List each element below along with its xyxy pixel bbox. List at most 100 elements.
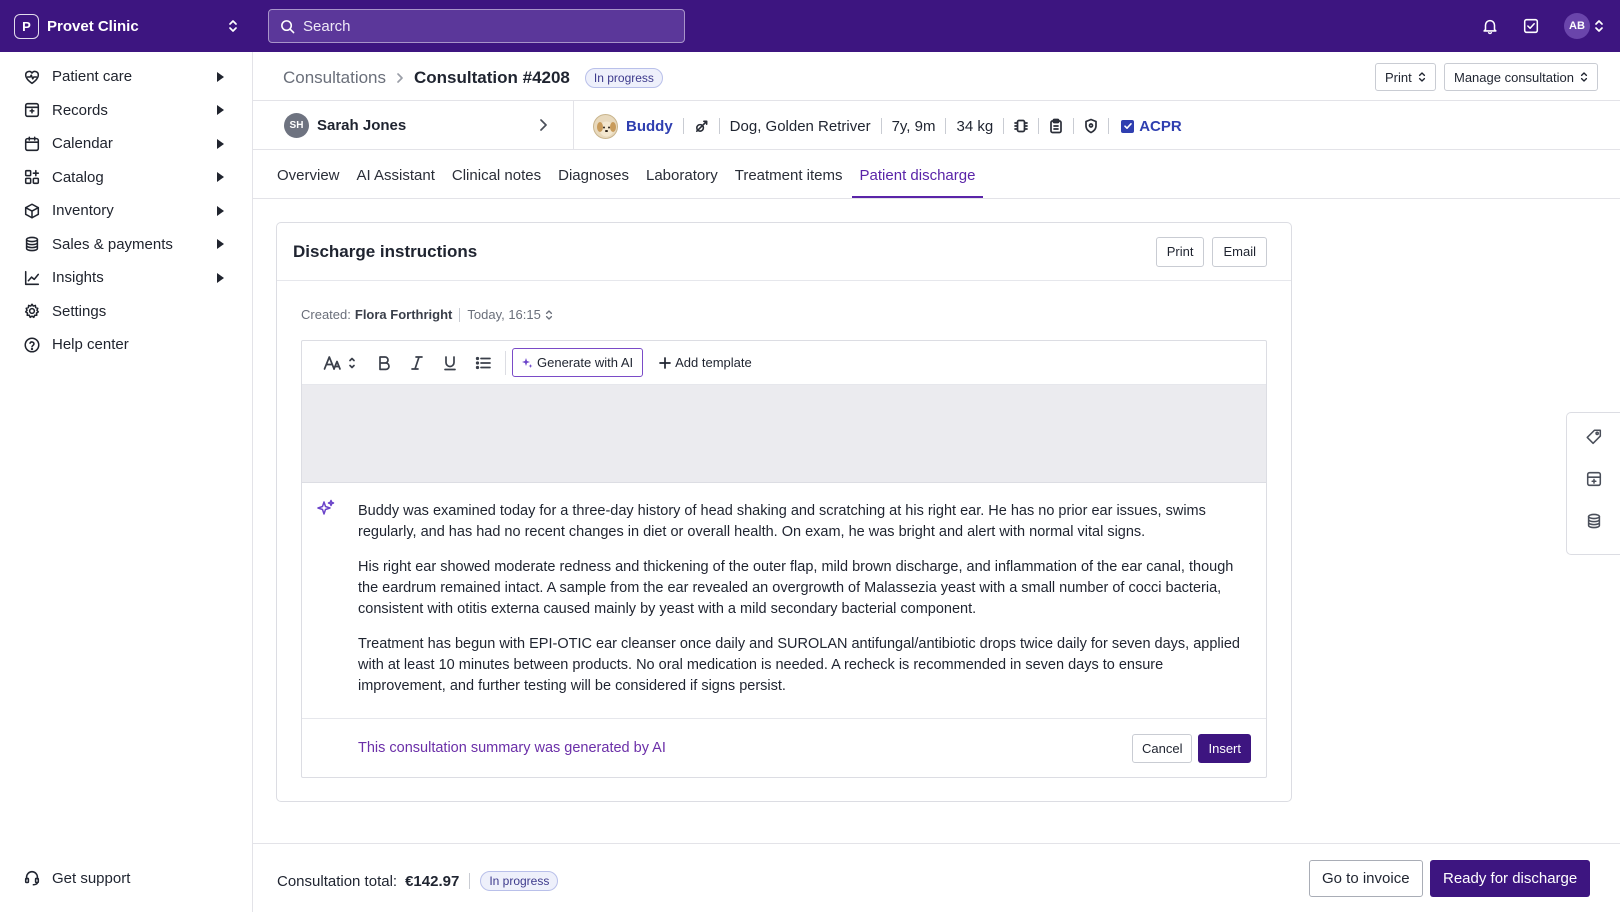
caret-right-icon [217,138,224,149]
underline-icon[interactable] [435,348,465,378]
sidebar-item-patient-care[interactable]: Patient care [0,60,252,94]
ai-summary-paragraph: Buddy was examined today for a three-day… [358,503,1206,540]
pet-name[interactable]: Buddy [626,118,673,135]
print-dropdown-button[interactable]: Print [1375,63,1436,91]
tab-overview[interactable]: Overview [277,160,340,198]
chevron-updown-icon [1418,71,1426,83]
font-size-icon[interactable] [322,348,358,378]
print-button[interactable]: Print [1155,236,1205,267]
plus-icon [659,356,671,369]
created-info: Created: Flora Forthright Today, 16:15 [301,307,553,322]
divider [945,118,947,134]
sidebar-item-records[interactable]: Records [0,94,252,128]
caret-right-icon [217,239,224,250]
status-badge: In progress [584,68,663,88]
tab-laboratory[interactable]: Laboratory [646,160,718,198]
generate-with-ai-button[interactable]: Generate with AI [512,348,644,377]
sidebar-item-inventory[interactable]: Inventory [0,194,252,228]
clinic-switcher[interactable]: P Provet Clinic [0,0,252,52]
sidebar-item-sales-payments[interactable]: Sales & payments [0,228,252,262]
get-support-label: Get support [52,869,131,887]
sidebar: Patient care Records Calendar Catalog In… [0,52,253,912]
tab-diagnoses[interactable]: Diagnoses [558,160,629,198]
chevron-updown-icon [545,309,553,321]
ai-summary-footer: This consultation summary was generated … [302,718,1266,777]
sidebar-item-settings[interactable]: Settings [0,295,252,329]
created-by: Flora Forthright [354,307,453,322]
heart-pulse-icon [22,67,42,87]
chevron-updown-icon [1594,19,1604,33]
sidebar-item-insights[interactable]: Insights [0,261,252,295]
caret-right-icon [217,205,224,216]
card-title: Discharge instructions [293,241,478,261]
coins-icon[interactable] [1583,512,1605,531]
sidebar-item-calendar[interactable]: Calendar [0,127,252,161]
add-template-button[interactable]: Add template [659,355,752,370]
divider [505,350,506,375]
chevron-right-icon [396,72,404,84]
divider [1073,118,1075,134]
cancel-button[interactable]: Cancel [1132,733,1193,763]
search-input[interactable]: Search [268,9,685,43]
divider [1003,118,1005,134]
owner-info[interactable]: SH Sarah Jones [284,113,406,138]
pet-avatar[interactable] [593,113,618,139]
bullet-list-icon[interactable] [468,348,498,378]
ready-for-discharge-button[interactable]: Ready for discharge [1430,860,1591,897]
microchip-icon[interactable] [1014,118,1029,134]
sidebar-item-label: Inventory [52,202,114,220]
archive-icon[interactable] [1583,469,1605,488]
sidebar-item-catalog[interactable]: Catalog [0,161,252,195]
get-support-link[interactable]: Get support [22,868,130,888]
bell-icon[interactable] [1479,15,1501,37]
coins-icon [22,234,42,254]
created-date: Today, 16:15 [467,307,541,322]
folder-icon [22,100,42,120]
chevron-right-icon[interactable] [538,117,548,133]
calendar-icon [22,134,42,154]
sidebar-item-label: Settings [52,302,107,320]
chevron-updown-icon [1580,71,1588,83]
ai-generated-note: This consultation summary was generated … [358,740,666,756]
card-header: Discharge instructions Print Email [277,223,1291,281]
sidebar-item-help-center[interactable]: Help center [0,328,252,362]
breadcrumb-consultations[interactable]: Consultations [283,68,386,88]
tab-patient-discharge[interactable]: Patient discharge [851,160,984,198]
ai-sparkle-icon [316,499,336,519]
shield-icon[interactable] [1084,118,1098,134]
go-to-invoice-button[interactable]: Go to invoice [1309,860,1423,897]
add-template-label: Add template [675,355,752,370]
divider [459,307,461,322]
owner-name: Sarah Jones [317,117,407,134]
tag-icon[interactable] [1583,427,1605,446]
manage-consultation-button[interactable]: Manage consultation [1444,63,1598,91]
divider [1038,118,1040,134]
tab-treatment-items[interactable]: Treatment items [735,160,843,198]
ai-summary-paragraph: His right ear showed moderate redness an… [358,559,1234,617]
tab-clinical-notes[interactable]: Clinical notes [452,160,541,198]
acpr-flag[interactable]: ACPR [1121,118,1182,135]
divider [253,100,1620,101]
created-date-picker[interactable]: Today, 16:15 [467,307,552,322]
total-value: €142.97 [405,872,460,890]
side-action-panel [1566,412,1620,555]
email-button[interactable]: Email [1212,236,1267,267]
manage-consultation-label: Manage consultation [1454,69,1574,85]
tasks-icon[interactable] [1520,15,1542,37]
tab-ai-assistant[interactable]: AI Assistant [357,160,435,198]
bold-icon[interactable] [369,348,399,378]
ai-summary-paragraph: Treatment has begun with EPI-OTIC ear cl… [358,636,1241,694]
sidebar-item-label: Records [52,101,108,119]
insert-button[interactable]: Insert [1198,733,1251,763]
consultation-tabs: Overview AI Assistant Clinical notes Dia… [277,160,992,198]
clipboard-icon[interactable] [1049,118,1063,134]
sparkle-icon [521,357,533,369]
user-menu[interactable]: AB [1564,13,1604,39]
editor-text-area[interactable] [302,385,1266,483]
divider [253,149,1620,150]
pet-weight: 34 kg [956,117,994,135]
italic-icon[interactable] [402,348,432,378]
pet-info: Buddy Dog, Golden Retriver 7y, 9m 34 kg … [593,112,1182,140]
headset-icon [22,868,42,888]
grid-plus-icon [22,167,42,187]
